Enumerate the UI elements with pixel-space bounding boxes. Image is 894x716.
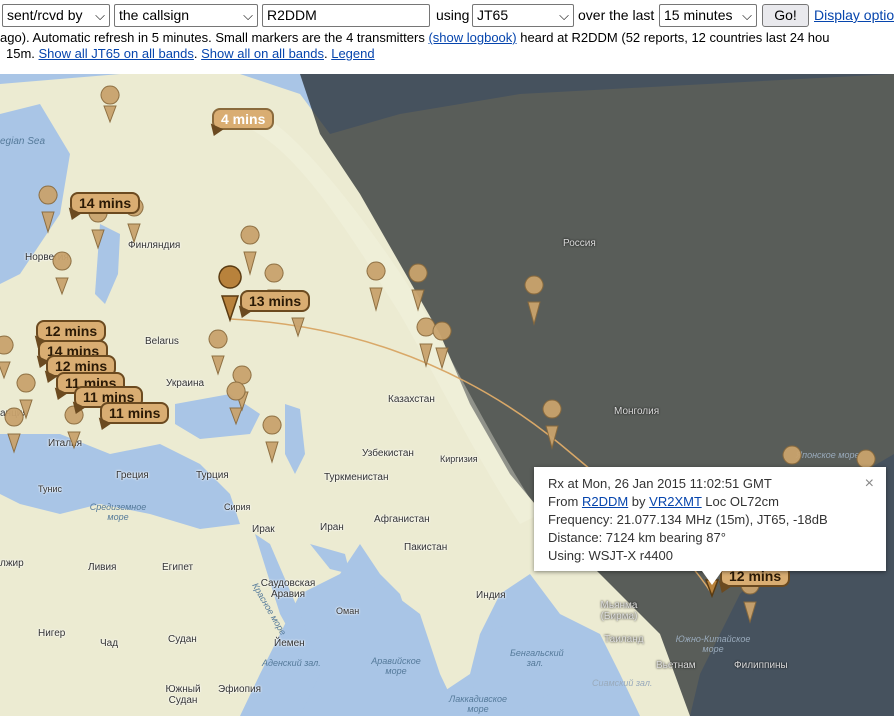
- label-kyrgyzstan: Киргизия: [440, 454, 478, 464]
- using-label: using: [436, 7, 470, 23]
- label-india: Индия: [476, 590, 506, 601]
- mode-select-value: sent/rcvd by: [7, 7, 83, 23]
- label-turkmenistan: Туркменистан: [324, 472, 389, 483]
- info-window-pointer: [702, 571, 722, 585]
- by-label: by: [628, 494, 650, 509]
- label-finland: Финляндия: [128, 240, 181, 251]
- mode2-select-value: JT65: [477, 7, 509, 23]
- label-afghanistan: Афганистан: [374, 514, 430, 525]
- label-tunisia: Тунис: [38, 484, 62, 494]
- label-libya: Ливия: [88, 562, 117, 573]
- show-logbook-link[interactable]: (show logbook): [428, 30, 516, 45]
- time-tag[interactable]: 13 mins: [234, 290, 311, 321]
- mode-select[interactable]: sent/rcvd by ⌵: [2, 4, 110, 27]
- period-select[interactable]: 15 minutes ⌵: [659, 4, 757, 27]
- label-sudan: Судан: [168, 634, 197, 645]
- label-vietnam: Вьетнам: [656, 660, 696, 671]
- label-laccadive-sea: Лаккадивское море: [449, 694, 507, 714]
- time-tag-label: 13 mins: [249, 293, 302, 309]
- label-russia: Россия: [563, 238, 596, 249]
- label-mongolia: Монголия: [614, 406, 660, 417]
- label-turkey: Турция: [196, 470, 229, 481]
- locator-text: Loc OL72cm: [701, 494, 779, 509]
- status-text-2: heard at R2DDM (52 reports, 12 countries…: [516, 30, 830, 45]
- label-syria: Сирия: [224, 502, 251, 512]
- mode2-select[interactable]: JT65 ⌵: [472, 4, 574, 27]
- label-norway: Норвегия: [25, 252, 69, 263]
- label-kazakhstan: Казахстан: [388, 394, 435, 405]
- label-norwegian-sea: egian Sea: [0, 136, 46, 147]
- label-italy: Италия: [48, 438, 83, 449]
- show-jt65-link[interactable]: Show all JT65 on all bands: [39, 46, 194, 61]
- display-options-link[interactable]: Display optio: [814, 7, 894, 23]
- legend-link[interactable]: Legend: [331, 46, 374, 61]
- chevron-down-icon: ⌵: [742, 8, 752, 23]
- label-gulf-of-aden: Аденский зал.: [262, 658, 321, 668]
- show-all-link[interactable]: Show all on all bands: [201, 46, 324, 61]
- label-uzbekistan: Узбекистан: [362, 448, 414, 459]
- info-rx-time: Rx at Mon, 26 Jan 2015 11:02:51 GMT: [548, 476, 772, 491]
- label-belarus: Belarus: [145, 336, 179, 347]
- label-sea-of-japan: Японское море: [796, 450, 860, 460]
- time-tag[interactable]: 4 mins: [206, 108, 275, 139]
- period-select-value: 15 minutes: [664, 7, 733, 23]
- label-egypt: Египет: [162, 562, 194, 573]
- time-tag-label: 4 mins: [221, 111, 266, 127]
- time-tag[interactable]: 12 mins: [30, 320, 107, 351]
- status-line: ago). Automatic refresh in 5 minutes. Sm…: [0, 30, 830, 45]
- label-thailand: Таиланд: [604, 634, 644, 645]
- label-south-china-sea: Южно-Китайское море: [675, 634, 751, 654]
- callsign-input[interactable]: R2DDM: [262, 4, 430, 27]
- label-oman: Оман: [336, 606, 360, 616]
- links-line: 15m. Show all JT65 on all bands. Show al…: [6, 46, 375, 61]
- label-myanmar: Мьянма (Бирма): [600, 600, 638, 622]
- label-algeria: лжир: [0, 558, 24, 569]
- label-bay-of-bengal: Бенгальский зал.: [510, 648, 564, 668]
- close-icon[interactable]: ×: [865, 475, 874, 493]
- label-south-sudan: Южный Судан: [165, 684, 201, 706]
- go-button[interactable]: Go!: [762, 4, 809, 27]
- info-distance: Distance: 7124 km bearing 87°: [548, 530, 726, 545]
- label-iraq: Ирак: [252, 524, 275, 535]
- time-tag-label: 12 mins: [45, 323, 98, 339]
- info-using: Using: WSJT-X r4400: [548, 548, 673, 563]
- time-tag-label: 14 mins: [79, 195, 132, 211]
- chevron-down-icon: ⌵: [95, 8, 105, 23]
- time-tag-label: 11 mins: [109, 405, 161, 421]
- info-window: × Rx at Mon, 26 Jan 2015 11:02:51 GMT Fr…: [534, 467, 886, 585]
- chevron-down-icon: ⌵: [559, 8, 569, 23]
- label-niger: Нигер: [38, 628, 66, 639]
- label-philippines: Филиппины: [734, 660, 788, 671]
- time-tag[interactable]: 11 mins: [94, 402, 170, 433]
- control-bar: sent/rcvd by ⌵ the callsign ⌵ R2DDM using …: [0, 0, 894, 72]
- band-text: 15m.: [6, 46, 39, 61]
- map[interactable]: egian Sea Норвегия Финляндия Россия Bela…: [0, 74, 894, 716]
- label-pakistan: Пакистан: [404, 542, 448, 553]
- from-label: From: [548, 494, 582, 509]
- target-select-value: the callsign: [119, 7, 190, 23]
- time-tag[interactable]: 14 mins: [64, 192, 141, 223]
- target-select[interactable]: the callsign ⌵: [114, 4, 258, 27]
- by-callsign-link[interactable]: VR2XMT: [649, 494, 702, 509]
- over-label: over the last: [578, 7, 655, 23]
- label-greece: Греция: [116, 470, 149, 481]
- label-arabian-sea: Аравийское море: [371, 656, 421, 676]
- label-gulf-of-thailand: Сиамский зал.: [592, 678, 653, 688]
- label-ethiopia: Эфиопия: [218, 684, 261, 695]
- status-text: ago). Automatic refresh in 5 minutes. Sm…: [0, 30, 429, 45]
- info-from-line: From R2DDM by VR2XMT Loc OL72cm: [548, 493, 872, 511]
- label-iran: Иран: [320, 522, 344, 533]
- label-chad: Чад: [100, 638, 119, 649]
- label-france: анция: [0, 408, 28, 419]
- chevron-down-icon: ⌵: [243, 8, 253, 23]
- info-frequency: Frequency: 21.077.134 MHz (15m), JT65, -…: [548, 512, 828, 527]
- from-callsign-link[interactable]: R2DDM: [582, 494, 628, 509]
- label-ukraine: Украина: [166, 378, 205, 389]
- label-yemen: Йемен: [274, 638, 305, 649]
- label-mediterranean: Средиземное море: [89, 502, 147, 522]
- callsign-input-value: R2DDM: [267, 7, 317, 23]
